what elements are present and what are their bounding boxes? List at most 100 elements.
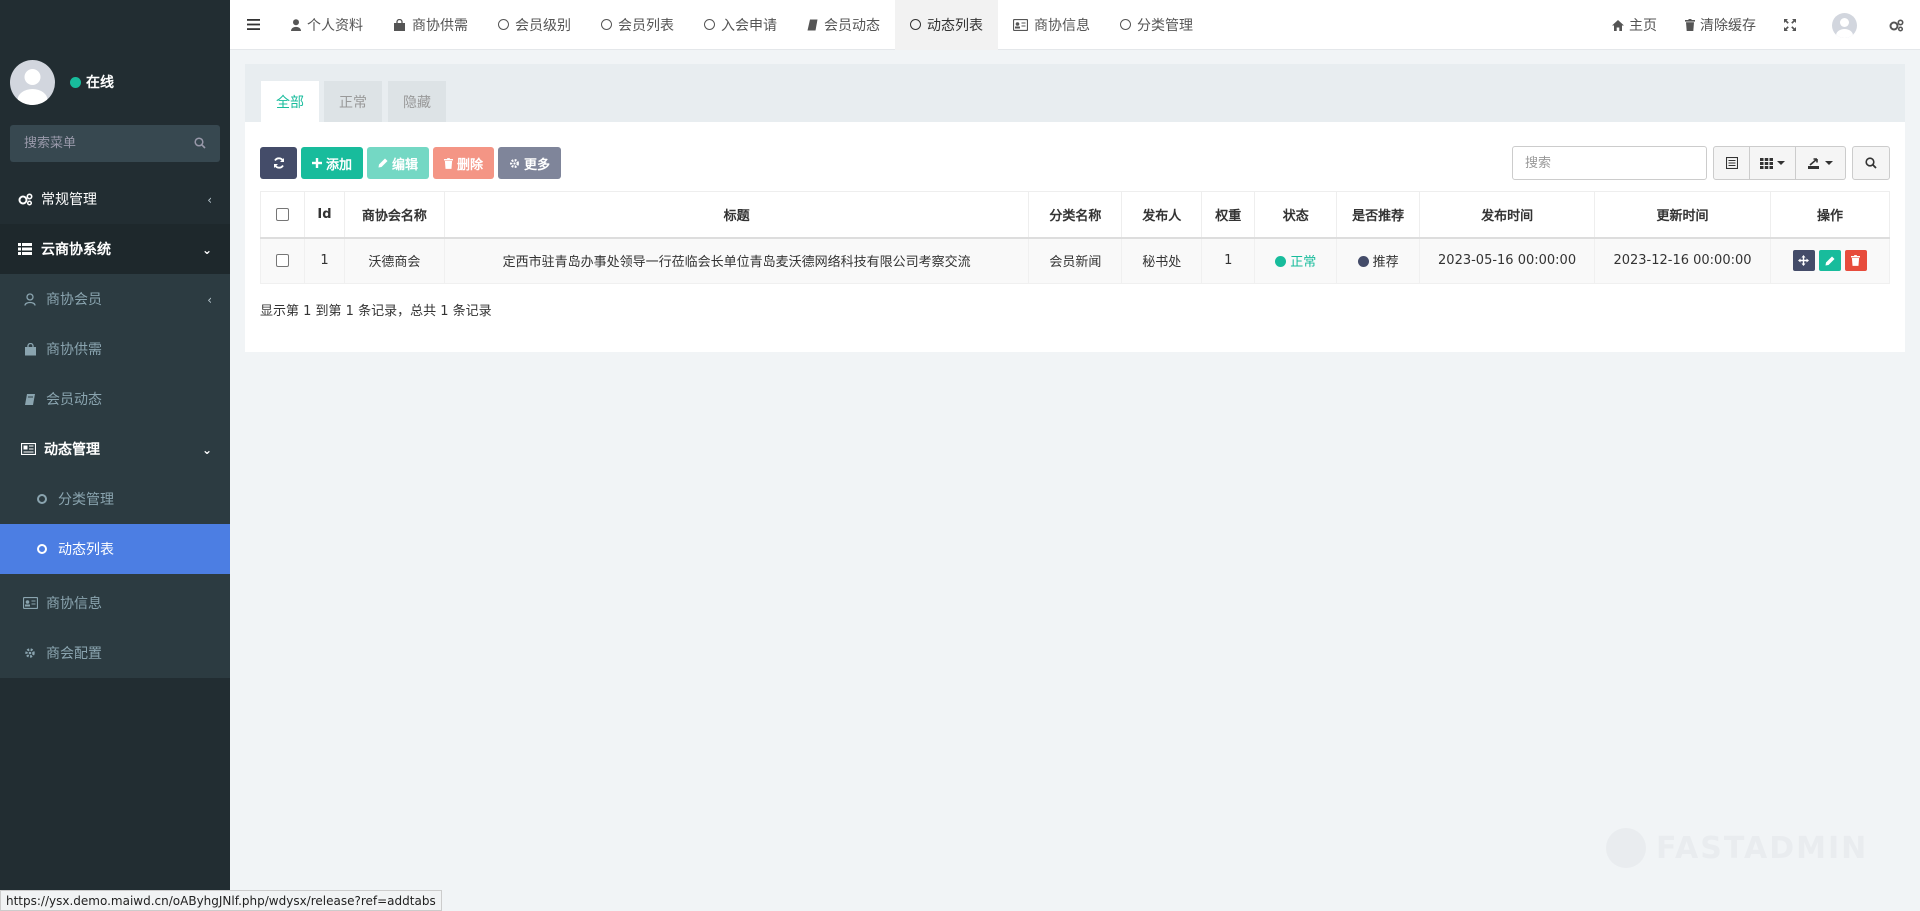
user-icon <box>291 18 301 31</box>
menu-category-manage[interactable]: 分类管理 <box>0 474 230 524</box>
tab-chamber-info[interactable]: 商协信息 <box>998 0 1105 50</box>
col-title[interactable]: 标题 <box>443 191 1030 239</box>
columns-dropdown-button[interactable] <box>1750 146 1796 180</box>
arrows-icon <box>1798 255 1810 267</box>
refresh-icon <box>273 157 284 169</box>
select-all-checkbox[interactable] <box>275 207 289 221</box>
menu-cloud-system[interactable]: 云商协系统 ⌄ <box>0 224 230 274</box>
export-dropdown-button[interactable] <box>1796 146 1846 180</box>
settings-cogs-icon[interactable] <box>1879 0 1920 50</box>
tab-category-manage-label: 分类管理 <box>1137 17 1193 34</box>
table-toolbar: 添加 编辑 删除 更多 <box>260 147 562 179</box>
advanced-search-button[interactable] <box>1852 146 1890 180</box>
edit-button[interactable]: 编辑 <box>367 147 430 179</box>
tab-news-list-label: 动态列表 <box>927 17 983 34</box>
add-button-label: 添加 <box>326 157 353 173</box>
toggle-card-view-button[interactable] <box>1713 146 1750 180</box>
search-icon <box>1865 157 1877 169</box>
tab-chamber-info-label: 商协信息 <box>1034 17 1090 34</box>
col-operate: 操作 <box>1769 191 1891 239</box>
home-link[interactable]: 主页 <box>1598 0 1671 50</box>
tab-supply[interactable]: 商协供需 <box>378 0 483 50</box>
menu-chamber-config[interactable]: 商会配置 <box>0 628 230 678</box>
menu-supply[interactable]: 商协供需 <box>0 324 230 374</box>
clear-cache-button[interactable]: 清除缓存 <box>1671 0 1770 50</box>
circle-icon <box>704 19 715 30</box>
online-status: 在线 <box>70 72 114 92</box>
gear-icon <box>509 158 520 169</box>
tab-member-level-label: 会员级别 <box>515 17 571 34</box>
col-recommend[interactable]: 是否推荐 <box>1336 191 1421 239</box>
tab-member-news[interactable]: 会员动态 <box>792 0 895 50</box>
delete-button[interactable]: 删除 <box>433 147 495 179</box>
more-button-label: 更多 <box>524 157 551 173</box>
user-menu[interactable] <box>1810 0 1879 50</box>
row-checkbox[interactable] <box>275 254 289 268</box>
user-avatar[interactable] <box>10 60 55 105</box>
book-icon <box>807 19 818 31</box>
row-delete-button[interactable] <box>1844 250 1867 272</box>
user-icon <box>22 292 38 306</box>
top-right-actions: 主页 清除缓存 <box>1598 0 1920 50</box>
cell-status[interactable]: 正常 <box>1254 237 1338 284</box>
filter-tab-normal[interactable]: 正常 <box>324 81 382 122</box>
edit-button-label: 编辑 <box>392 157 419 173</box>
more-button[interactable]: 更多 <box>498 147 562 179</box>
menu-news-list[interactable]: 动态列表 <box>0 524 230 574</box>
drag-sort-button[interactable] <box>1792 250 1815 272</box>
add-button[interactable]: 添加 <box>301 147 364 179</box>
menu-news-manage-label: 动态管理 <box>44 442 100 458</box>
tab-profile-label: 个人资料 <box>307 17 363 34</box>
sidebar-toggle-icon[interactable] <box>230 0 276 50</box>
row-edit-button[interactable] <box>1818 250 1841 272</box>
cell-recommend[interactable]: 推荐 <box>1336 237 1421 284</box>
cell-weight: 1 <box>1201 237 1256 284</box>
menu-search-input[interactable] <box>10 125 190 162</box>
menu-member-news[interactable]: 会员动态 <box>0 374 230 424</box>
table-right-tools <box>1512 146 1890 180</box>
col-category[interactable]: 分类名称 <box>1028 191 1123 239</box>
menu-cloud-system-label: 云商协系统 <box>41 242 111 258</box>
menu-chamber-info[interactable]: 商协信息 <box>0 574 230 628</box>
tab-member-list[interactable]: 会员列表 <box>586 0 689 50</box>
col-update-time[interactable]: 更新时间 <box>1594 191 1771 239</box>
nav-tabs: 个人资料 商协供需 会员级别 会员列表 入会申请 会员动态 动态列表 商协信息 <box>276 0 1208 50</box>
col-status[interactable]: 状态 <box>1254 191 1338 239</box>
refresh-button[interactable] <box>260 147 297 179</box>
col-publisher[interactable]: 发布人 <box>1121 191 1203 239</box>
tab-member-news-label: 会员动态 <box>824 17 880 34</box>
filter-tab-hidden[interactable]: 隐藏 <box>388 81 446 122</box>
trash-icon <box>1851 255 1861 267</box>
table-header-row: Id 商协会名称 标题 分类名称 发布人 权重 状态 是否推荐 发布时间 更新时… <box>260 191 1891 239</box>
tab-news-list[interactable]: 动态列表 <box>895 0 998 50</box>
pencil-icon <box>1825 256 1835 266</box>
tab-profile[interactable]: 个人资料 <box>276 0 378 50</box>
tab-category-manage[interactable]: 分类管理 <box>1105 0 1208 50</box>
col-weight[interactable]: 权重 <box>1201 191 1256 239</box>
table-search-input[interactable] <box>1512 146 1707 180</box>
col-id[interactable]: Id <box>303 191 345 239</box>
col-chamber[interactable]: 商协会名称 <box>343 191 445 239</box>
home-label: 主页 <box>1629 18 1657 34</box>
fullscreen-icon[interactable] <box>1770 0 1810 50</box>
cell-title: 定西市驻青岛办事处领导一行莅临会长单位青岛麦沃德网络科技有限公司考察交流 <box>443 237 1030 284</box>
plus-icon <box>312 158 322 168</box>
menu-news-manage[interactable]: 动态管理 ⌄ <box>0 424 230 474</box>
tab-member-level[interactable]: 会员级别 <box>483 0 586 50</box>
top-navbar: 个人资料 商协供需 会员级别 会员列表 入会申请 会员动态 动态列表 商协信息 <box>230 0 1920 50</box>
search-icon[interactable] <box>194 137 206 149</box>
recommend-badge: 推荐 <box>1372 255 1399 271</box>
menu-general[interactable]: 常规管理 ‹ <box>0 174 230 224</box>
filter-tab-all[interactable]: 全部 <box>261 81 319 122</box>
menu-members[interactable]: 商协会员 ‹ <box>0 274 230 324</box>
pencil-icon <box>378 158 388 168</box>
col-publish-time[interactable]: 发布时间 <box>1419 191 1596 239</box>
shopping-bag-icon <box>393 18 406 31</box>
select-all-cell <box>260 191 305 239</box>
tab-join-application[interactable]: 入会申请 <box>689 0 792 50</box>
online-dot-icon <box>70 76 81 88</box>
status-badge: 正常 <box>1290 255 1317 271</box>
table-row[interactable]: 1 沃德商会 定西市驻青岛办事处领导一行莅临会长单位青岛麦沃德网络科技有限公司考… <box>260 237 1891 284</box>
delete-button-label: 删除 <box>457 157 484 173</box>
chevron-left-icon: ‹ <box>207 193 212 207</box>
